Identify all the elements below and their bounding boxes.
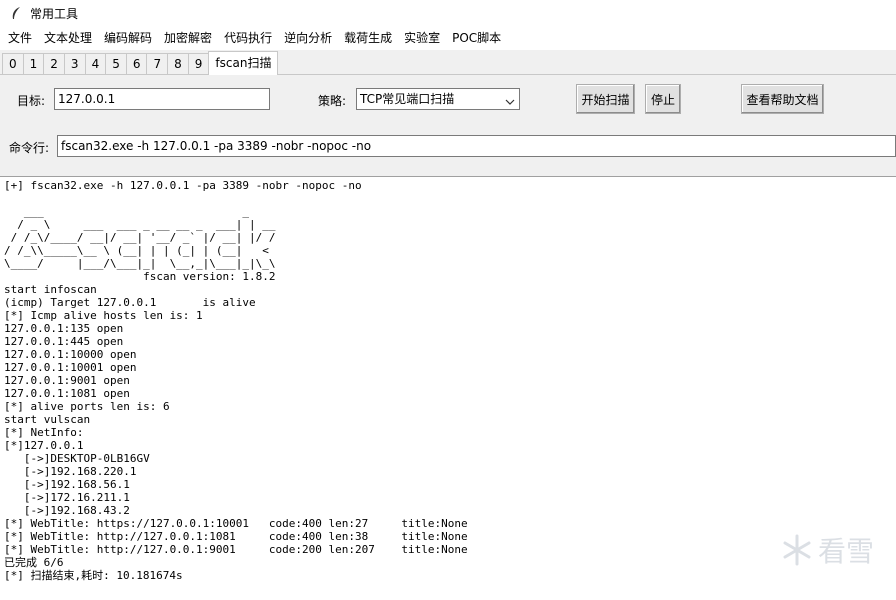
tab-9[interactable]: 9	[187, 53, 210, 74]
output-line: / /_\/____/ __|/ __| '__/ _` |/ __| |/ /	[4, 231, 276, 244]
tab-1[interactable]: 1	[22, 53, 45, 74]
output-line: [*] WebTitle: https://127.0.0.1:10001 co…	[4, 517, 468, 530]
tab-8[interactable]: 8	[167, 53, 189, 74]
snowflake-icon	[783, 534, 811, 566]
tab-bar: 0 1 2 3 4 5 6 7 8 9 fscan扫描	[0, 50, 896, 75]
output-line: 127.0.0.1:10001 open	[4, 361, 137, 374]
output-line: 127.0.0.1:9001 open	[4, 374, 130, 387]
tab-4[interactable]: 4	[84, 53, 107, 74]
command-input[interactable]: fscan32.exe -h 127.0.0.1 -pa 3389 -nobr …	[57, 135, 896, 157]
target-input[interactable]: 127.0.0.1	[54, 88, 270, 110]
menu-text-processing[interactable]: 文本处理	[38, 26, 98, 50]
menu-file[interactable]: 文件	[2, 26, 38, 50]
output-line: [*] Icmp alive hosts len is: 1	[4, 309, 203, 322]
tab-fscan[interactable]: fscan扫描	[208, 51, 279, 75]
watermark: 看雪	[780, 530, 874, 570]
help-docs-button[interactable]: 查看帮助文档	[741, 84, 824, 114]
feather-icon	[8, 5, 24, 21]
target-label: 目标:	[17, 94, 46, 108]
output-line: 127.0.0.1:1081 open	[4, 387, 130, 400]
tab-5[interactable]: 5	[105, 53, 127, 74]
tab-3[interactable]: 3	[63, 53, 86, 74]
output-line: [->]172.16.211.1	[4, 491, 130, 504]
output-line: 127.0.0.1:135 open	[4, 322, 124, 335]
output-line: start vulscan	[4, 413, 91, 426]
output-line: [->]192.168.220.1	[4, 465, 137, 478]
output-line: [*]127.0.0.1	[4, 439, 84, 452]
output-line: [->]192.168.56.1	[4, 478, 130, 491]
strategy-select[interactable]: TCP常见端口扫描	[356, 88, 520, 110]
stop-button[interactable]: 停止	[645, 84, 681, 114]
menu-bar: 文件 文本处理 编码解码 加密解密 代码执行 逆向分析 载荷生成 实验室 POC…	[0, 26, 896, 50]
output-line: 127.0.0.1:445 open	[4, 335, 124, 348]
output-text: [+] fscan32.exe -h 127.0.0.1 -pa 3389 -n…	[4, 179, 896, 582]
tab-7[interactable]: 7	[146, 53, 169, 74]
output-console[interactable]: [+] fscan32.exe -h 127.0.0.1 -pa 3389 -n…	[0, 176, 896, 600]
tab-0[interactable]: 0	[2, 53, 24, 74]
menu-encrypt-decrypt[interactable]: 加密解密	[158, 26, 218, 50]
command-label: 命令行:	[9, 141, 50, 155]
menu-encode-decode[interactable]: 编码解码	[98, 26, 158, 50]
strategy-value: TCP常见端口扫描	[360, 92, 455, 106]
scan-panel: 目标: 127.0.0.1 策略: TCP常见端口扫描 开始扫描 停止 查看帮助…	[0, 75, 896, 176]
menu-poc[interactable]: POC脚本	[446, 26, 507, 50]
output-line: [*] NetInfo:	[4, 426, 84, 439]
window-title: 常用工具	[30, 6, 79, 21]
output-line: ___ _	[4, 205, 250, 218]
output-line: \____/ |___/\___|_| \__,_|\___|_|\_\	[4, 257, 276, 270]
menu-payload[interactable]: 载荷生成	[338, 26, 398, 50]
output-line: [*] WebTitle: http://127.0.0.1:9001 code…	[4, 543, 468, 556]
chevron-down-icon	[505, 93, 515, 105]
output-line: [*] alive ports len is: 6	[4, 400, 170, 413]
start-scan-button[interactable]: 开始扫描	[576, 84, 635, 114]
output-line: [+] fscan32.exe -h 127.0.0.1 -pa 3389 -n…	[4, 179, 362, 192]
tab-6[interactable]: 6	[125, 53, 148, 74]
output-line: [*] WebTitle: http://127.0.0.1:1081 code…	[4, 530, 468, 543]
strategy-label: 策略:	[318, 94, 347, 108]
output-line: [->]DESKTOP-0LB16GV	[4, 452, 150, 465]
menu-code-exec[interactable]: 代码执行	[218, 26, 278, 50]
output-line: 已完成 6/6	[4, 556, 64, 569]
output-line: 127.0.0.1:10000 open	[4, 348, 137, 361]
output-line: / _ \ ___ ___ _ __ __ _ ___| | __	[4, 218, 276, 231]
menu-reverse[interactable]: 逆向分析	[278, 26, 338, 50]
output-line: (icmp) Target 127.0.0.1 is alive	[4, 296, 256, 309]
output-line: [->]192.168.43.2	[4, 504, 130, 517]
output-line: / /_\\_____\__ \ (__| | | (_| | (__| <	[4, 244, 269, 257]
watermark-text: 看雪	[817, 535, 874, 568]
menu-lab[interactable]: 实验室	[398, 26, 446, 50]
title-bar: 常用工具	[0, 0, 896, 26]
tab-2[interactable]: 2	[43, 53, 65, 74]
output-line: [*] 扫描结束,耗时: 10.181674s	[4, 569, 183, 582]
output-line: start infoscan	[4, 283, 97, 296]
output-line: fscan version: 1.8.2	[4, 270, 276, 283]
